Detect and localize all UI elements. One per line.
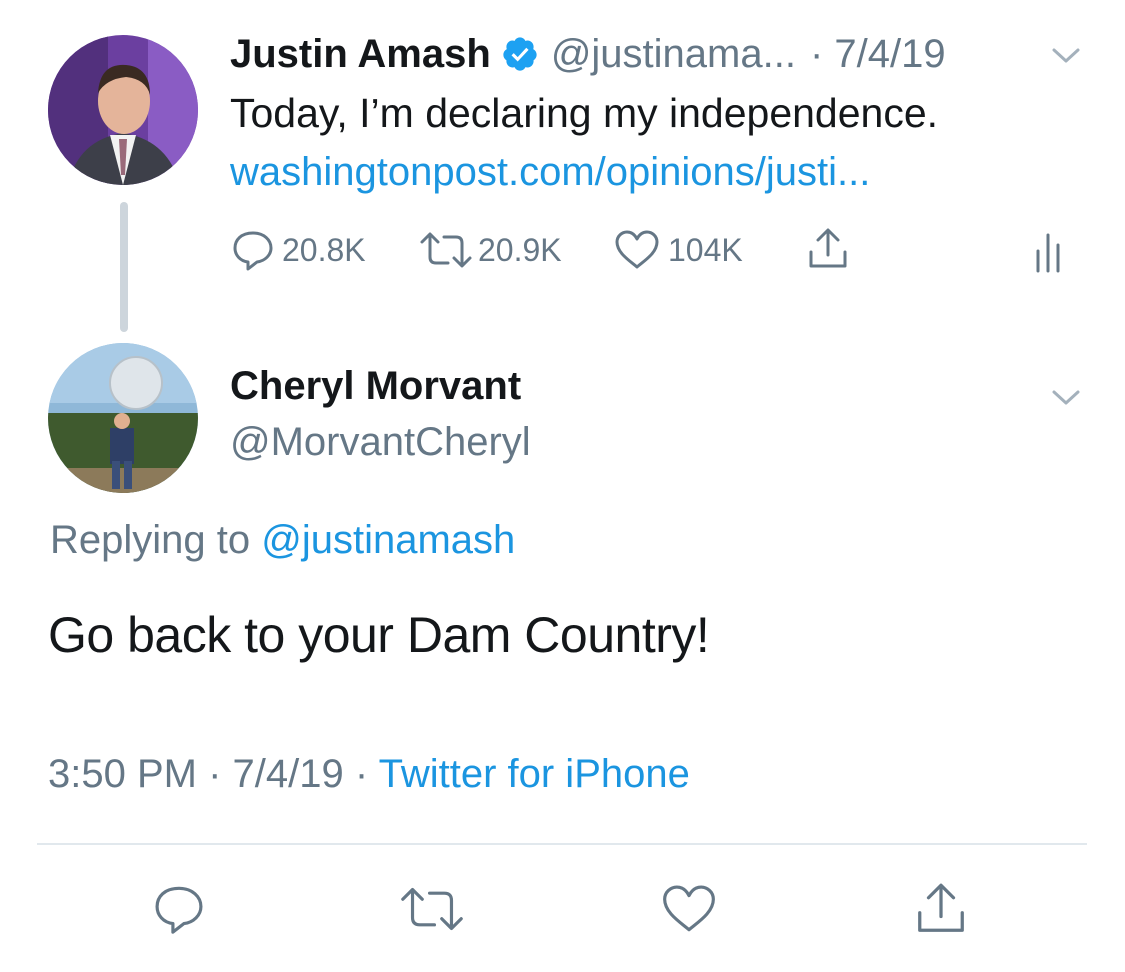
replying-prefix: Replying to — [50, 518, 251, 562]
share-icon[interactable] — [800, 224, 856, 274]
reply-tweet-text: Go back to your Dam Country! — [48, 607, 710, 663]
retweet-count: 20.9K — [478, 231, 562, 268]
tweet-link[interactable]: washingtonpost.com/opinions/justi... — [230, 150, 870, 195]
meta-separator: · — [354, 752, 369, 796]
like-icon — [612, 227, 662, 273]
reply-icon — [230, 227, 276, 273]
retweet-action[interactable]: 20.9K — [418, 226, 562, 274]
reply-icon — [151, 881, 207, 937]
divider — [37, 843, 1087, 845]
tweet-time[interactable]: 3:50 PM — [48, 752, 197, 796]
like-icon — [658, 881, 720, 937]
tweet-meta-line: 3:50 PM · 7/4/19 · Twitter for iPhone — [48, 752, 690, 797]
share-button[interactable] — [908, 876, 974, 942]
tweet-source-link[interactable]: Twitter for iPhone — [379, 752, 690, 796]
reply-author-name[interactable]: Cheryl Morvant — [230, 364, 521, 409]
retweet-icon — [397, 881, 467, 937]
tweet-date[interactable]: · 7/4/19 — [810, 32, 946, 77]
reply-action[interactable]: 20.8K — [230, 226, 366, 274]
replying-to-line: Replying to @justinamash — [50, 518, 515, 563]
retweet-icon — [418, 227, 474, 273]
tweet-text: Today, I’m declaring my independence. — [230, 90, 939, 136]
parent-tweet-header: Justin Amash @justinama... · 7/4/19 — [230, 28, 946, 80]
verified-badge-icon — [501, 35, 539, 73]
meta-separator: · — [208, 752, 222, 796]
avatar-justin-amash[interactable] — [48, 35, 198, 185]
reply-button[interactable] — [148, 878, 210, 940]
like-count: 104K — [668, 231, 743, 268]
chevron-down-icon[interactable] — [1045, 40, 1087, 72]
avatar-image — [48, 343, 198, 493]
avatar-image — [48, 35, 198, 185]
reply-author-handle[interactable]: @MorvantCheryl — [230, 420, 531, 465]
tweet-date[interactable]: 7/4/19 — [233, 752, 344, 796]
reply-count: 20.8K — [282, 231, 366, 268]
like-button[interactable] — [654, 878, 724, 940]
like-action[interactable]: 104K — [612, 226, 743, 274]
author-handle[interactable]: @justinama... — [551, 32, 796, 77]
analytics-icon[interactable] — [1026, 226, 1070, 276]
share-icon — [911, 879, 971, 939]
chevron-down-icon[interactable] — [1045, 382, 1087, 414]
replying-handle-link[interactable]: @justinamash — [261, 518, 515, 562]
author-name[interactable]: Justin Amash — [230, 32, 491, 77]
retweet-button[interactable] — [392, 878, 472, 940]
thread-connector-line — [120, 202, 128, 332]
avatar-cheryl-morvant[interactable] — [48, 343, 198, 493]
